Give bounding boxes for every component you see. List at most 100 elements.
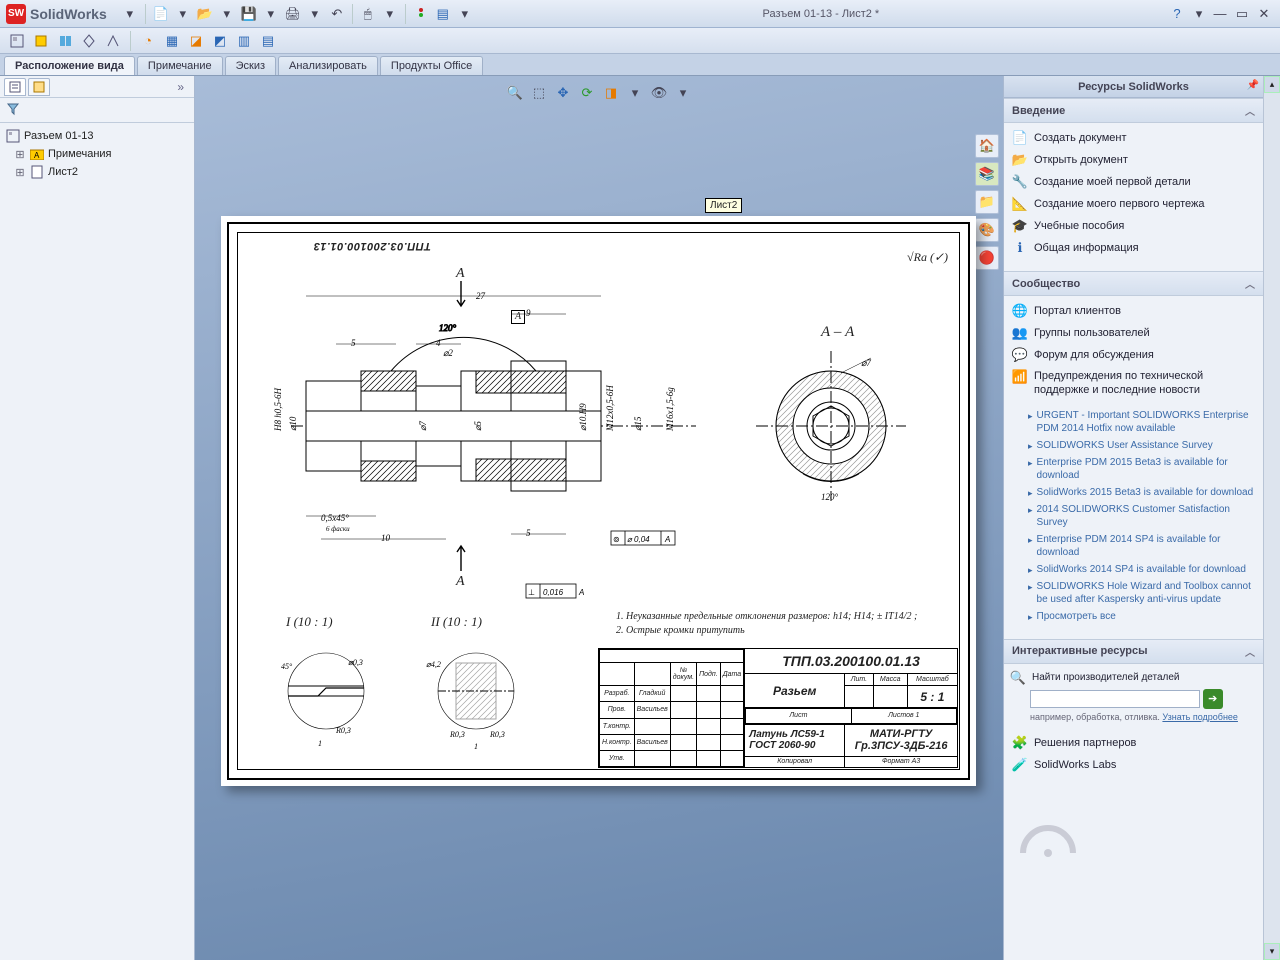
zoom-area-icon[interactable]: ⬚ [528,82,550,104]
tool-icon-9[interactable]: ◩ [209,30,231,52]
maximize-button[interactable]: ▭ [1232,6,1252,22]
tab-sketch[interactable]: Эскиз [225,56,276,75]
news-item[interactable]: ▸URGENT - Important SOLIDWORKS Enterpris… [1028,407,1257,437]
section-community-header[interactable]: Сообщество ︿ [1004,271,1263,296]
graphics-area[interactable]: 🔍 ⬚ ✥ ⟳ ◨ ▾ 👁 ▾ 🏠 📚 📁 🎨 🔴 Лист2 ТПП.03.2… [195,76,1003,960]
tree-root[interactable]: Разъем 01-13 [2,127,192,145]
scroll-up-icon[interactable]: ▴ [1264,76,1280,93]
section-intro-header[interactable]: Введение ︿ [1004,98,1263,123]
close-button[interactable]: ✕ [1254,6,1274,22]
select-dropdown[interactable]: ▾ [379,3,401,25]
news-item[interactable]: ▸SOLIDWORKS User Assistance Survey [1028,437,1257,454]
intro-general-info[interactable]: ℹОбщая информация [1010,237,1257,259]
print-dropdown[interactable]: ▾ [304,3,326,25]
news-link[interactable]: SolidWorks 2015 Beta3 is available for d… [1037,486,1254,499]
open-doc-button[interactable]: 📂 [194,3,216,25]
news-view-all[interactable]: ▸Просмотреть все [1028,608,1257,625]
tool-icon-3[interactable] [54,30,76,52]
taskpane-pin-icon[interactable]: 📌 [1247,80,1259,91]
tree-annotations[interactable]: ⊞ A Примечания [2,145,192,163]
tool-icon-10[interactable]: ▥ [233,30,255,52]
news-item[interactable]: ▸Enterprise PDM 2015 Beta3 is available … [1028,454,1257,484]
community-forum[interactable]: 💬Форум для обсуждения [1010,344,1257,366]
filter-icon[interactable] [4,101,22,117]
tool-icon-2[interactable] [30,30,52,52]
drawing-sheet[interactable]: ТПП.03.200100.01.13 √Ra (✓) А – А А А А … [221,216,976,786]
taskpane-appearances-icon[interactable]: 🔴 [975,246,999,270]
tab-annotation[interactable]: Примечание [137,56,223,75]
zoom-fit-icon[interactable]: 🔍 [504,82,526,104]
search-hint-link[interactable]: Узнать подробнее [1162,712,1238,722]
select-button[interactable]: 🖱 [357,3,379,25]
tab-view-layout[interactable]: Расположение вида [4,56,135,75]
help-dropdown[interactable]: ▾ [1188,3,1210,25]
tab-evaluate[interactable]: Анализировать [278,56,378,75]
pan-icon[interactable]: ✥ [552,82,574,104]
news-link[interactable]: SOLIDWORKS Hole Wizard and Toolbox canno… [1037,580,1257,606]
news-link[interactable]: URGENT - Important SOLIDWORKS Enterprise… [1037,409,1257,435]
intro-create-doc[interactable]: 📄Создать документ [1010,127,1257,149]
traffic-light-icon[interactable] [410,3,432,25]
save-dropdown[interactable]: ▾ [260,3,282,25]
help-button[interactable]: ? [1166,3,1188,25]
section-view-icon[interactable]: ◨ [600,82,622,104]
news-link[interactable]: SolidWorks 2014 SP4 is available for dow… [1037,563,1246,576]
intro-first-drawing[interactable]: 📐Создание моего первого чертежа [1010,193,1257,215]
tool-icon-7[interactable]: ▦ [161,30,183,52]
supplier-search-input[interactable] [1030,690,1200,708]
save-button[interactable]: 💾 [238,3,260,25]
rotate-icon[interactable]: ⟳ [576,82,598,104]
options-dropdown[interactable]: ▾ [454,3,476,25]
news-item[interactable]: ▸SolidWorks 2014 SP4 is available for do… [1028,561,1257,578]
print-button[interactable]: 🖨 [282,3,304,25]
community-portal[interactable]: 🌐Портал клиентов [1010,300,1257,322]
fm-tab-tree[interactable] [4,78,26,96]
tool-icon-6[interactable]: ◔ [137,30,159,52]
news-link[interactable]: Enterprise PDM 2014 SP4 is available for… [1037,533,1257,559]
news-link[interactable]: SOLIDWORKS User Assistance Survey [1037,439,1213,452]
fm-collapse-button[interactable]: » [171,80,190,94]
brand-dropdown[interactable]: ▾ [119,3,141,25]
tool-icon-11[interactable]: ▤ [257,30,279,52]
taskpane-view-icon[interactable]: 🎨 [975,218,999,242]
community-alerts[interactable]: 📶Предупреждения по технической поддержке… [1010,366,1257,401]
section-interactive-header[interactable]: Интерактивные ресурсы ︿ [1004,639,1263,664]
display-style-icon[interactable]: ▾ [624,82,646,104]
intro-first-part[interactable]: 🔧Создание моей первой детали [1010,171,1257,193]
tool-icon-8[interactable]: ◪ [185,30,207,52]
search-go-button[interactable]: ➔ [1203,689,1223,709]
news-link[interactable]: Enterprise PDM 2015 Beta3 is available f… [1037,456,1257,482]
community-groups[interactable]: 👥Группы пользователей [1010,322,1257,344]
news-item[interactable]: ▸SolidWorks 2015 Beta3 is available for … [1028,484,1257,501]
expand-icon[interactable]: ⊞ [14,166,26,179]
minimize-button[interactable]: — [1210,6,1230,22]
vertical-scrollbar[interactable]: ▴ ▾ [1263,76,1280,960]
taskpane-home-icon[interactable]: 🏠 [975,134,999,158]
intro-tutorials[interactable]: 🎓Учебные пособия [1010,215,1257,237]
tab-office[interactable]: Продукты Office [380,56,483,75]
tool-icon-4[interactable] [78,30,100,52]
tool-icon-5[interactable] [102,30,124,52]
intro-open-doc[interactable]: 📂Открыть документ [1010,149,1257,171]
undo-button[interactable]: ↶ [326,3,348,25]
hide-show-icon[interactable]: 👁 [648,82,670,104]
partner-solutions[interactable]: 🧩Решения партнеров [1010,732,1257,754]
news-link[interactable]: 2014 SOLIDWORKS Customer Satisfaction Su… [1037,503,1257,529]
tool-icon-1[interactable] [6,30,28,52]
taskpane-library-icon[interactable]: 📚 [975,162,999,186]
scroll-down-icon[interactable]: ▾ [1264,943,1280,960]
new-doc-button[interactable]: 📄 [150,3,172,25]
news-item[interactable]: ▸SOLIDWORKS Hole Wizard and Toolbox cann… [1028,578,1257,608]
expand-icon[interactable]: ⊞ [14,148,26,161]
fm-tab-2[interactable] [28,78,50,96]
hide-show-dropdown[interactable]: ▾ [672,82,694,104]
taskpane-explorer-icon[interactable]: 📁 [975,190,999,214]
news-item[interactable]: ▸Enterprise PDM 2014 SP4 is available fo… [1028,531,1257,561]
options-button[interactable]: ▤ [432,3,454,25]
sw-labs[interactable]: 🧪SolidWorks Labs [1010,754,1257,776]
news-link[interactable]: Просмотреть все [1037,610,1116,623]
tree-sheet[interactable]: ⊞ Лист2 [2,163,192,181]
open-dropdown[interactable]: ▾ [216,3,238,25]
news-item[interactable]: ▸2014 SOLIDWORKS Customer Satisfaction S… [1028,501,1257,531]
new-dropdown[interactable]: ▾ [172,3,194,25]
